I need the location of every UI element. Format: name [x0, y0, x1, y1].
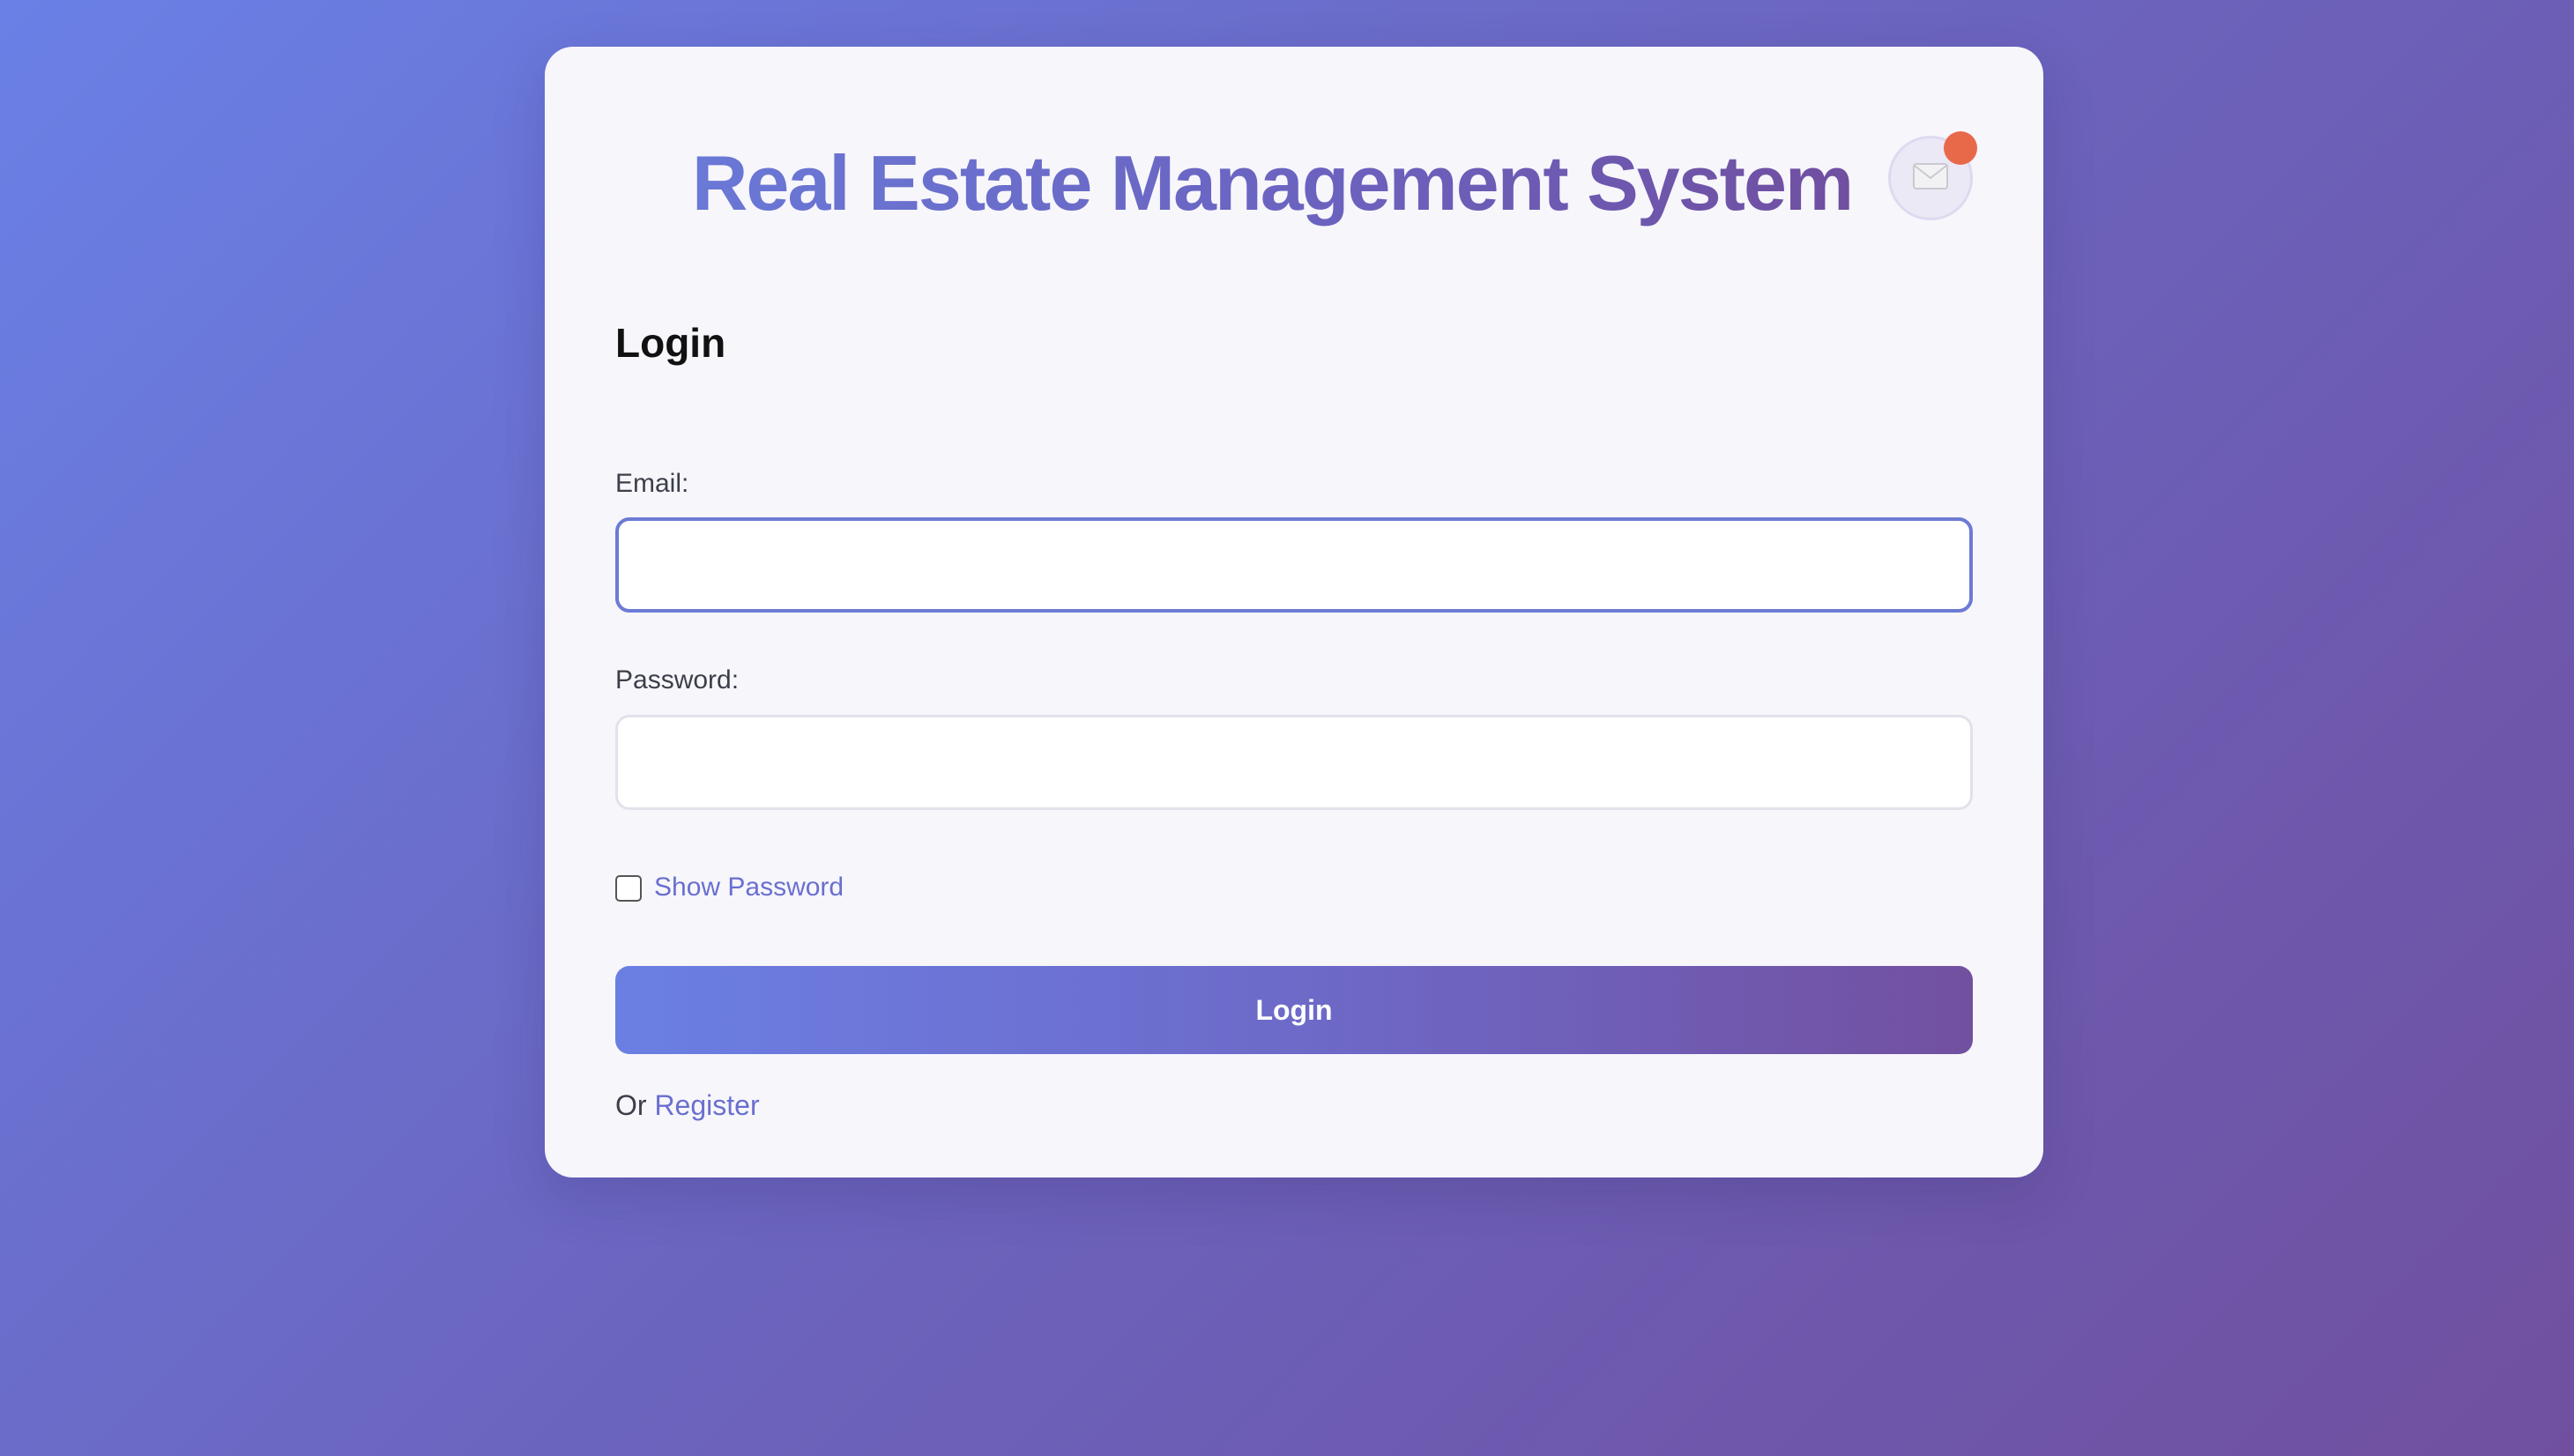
login-button[interactable]: Login	[615, 966, 1973, 1054]
page-title: Real Estate Management System	[692, 135, 1854, 232]
login-card: Real Estate Management System Login Emai…	[545, 47, 2043, 1177]
register-prompt: Or Register	[615, 1088, 760, 1123]
notification-badge	[1944, 131, 1977, 165]
show-password-checkbox[interactable]	[615, 875, 642, 902]
login-heading: Login	[615, 320, 726, 366]
email-input[interactable]	[615, 517, 1973, 613]
envelope-icon	[1913, 162, 1948, 194]
email-label: Email:	[615, 469, 689, 498]
header: Real Estate Management System	[545, 135, 2043, 232]
or-text: Or	[615, 1089, 647, 1121]
notification-button[interactable]	[1888, 131, 1977, 220]
show-password-label[interactable]: Show Password	[654, 870, 844, 905]
password-label: Password:	[615, 665, 740, 695]
password-input[interactable]	[615, 715, 1973, 810]
register-link[interactable]: Register	[654, 1089, 759, 1121]
